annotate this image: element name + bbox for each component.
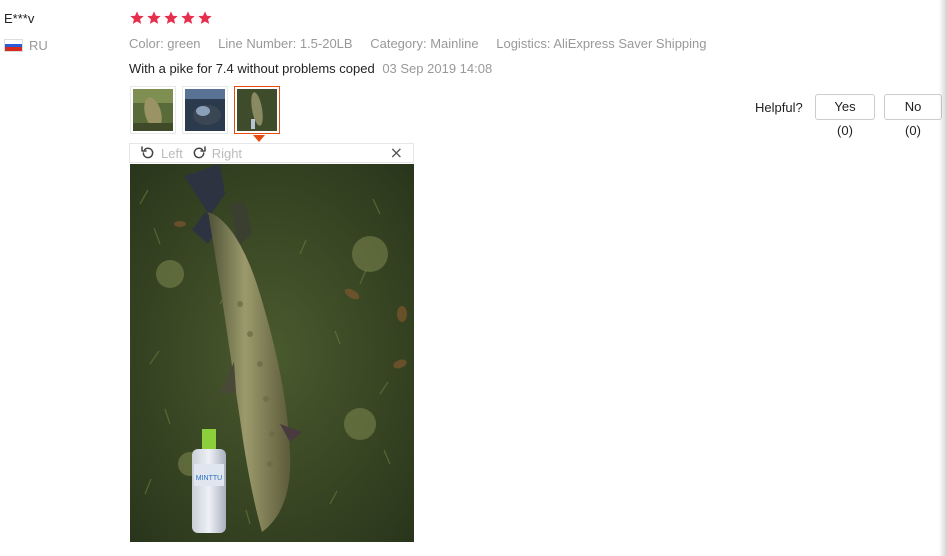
attr-logistics: Logistics: AliExpress Saver Shipping xyxy=(496,36,707,51)
attr-line-number: Line Number: 1.5-20LB xyxy=(218,36,353,51)
rotate-left-button[interactable]: Left xyxy=(140,145,183,161)
attr-category: Category: Mainline xyxy=(370,36,479,51)
product-attributes: Color: green Line Number: 1.5-20LB Categ… xyxy=(129,36,721,51)
review-photo-enlarged: MINTTU xyxy=(130,164,414,542)
rotate-right-label: Right xyxy=(211,145,243,161)
helpful-no-button[interactable]: No (0) xyxy=(884,94,942,138)
country-code: RU xyxy=(29,38,48,53)
active-thumbnail-pointer xyxy=(253,135,265,142)
close-viewer-button[interactable]: × xyxy=(390,145,403,161)
review-content: With a pike for 7.4 without problems cop… xyxy=(129,61,492,76)
rotate-right-icon xyxy=(193,146,206,159)
star-icon xyxy=(164,11,178,24)
fish-photo-thumbnail xyxy=(237,89,277,131)
fish-photo-thumbnail xyxy=(133,89,173,131)
reviewer-country: RU xyxy=(4,38,48,53)
photo-thumbnail-1[interactable] xyxy=(130,86,176,134)
review-page: E***v RU Color: green Line Number: 1.5-2… xyxy=(0,0,947,556)
rotate-left-icon xyxy=(141,146,154,159)
helpful-label: Helpful? xyxy=(755,100,803,115)
review-date: 03 Sep 2019 14:08 xyxy=(382,61,493,76)
photo-thumbnail-3[interactable] xyxy=(234,86,280,134)
bottle-label: MINTTU xyxy=(196,475,222,482)
russia-flag-icon xyxy=(4,39,23,52)
rotate-left-label: Left xyxy=(161,145,183,161)
star-icon xyxy=(181,11,195,24)
photo-thumbnails xyxy=(130,86,280,134)
attr-color: Color: green xyxy=(129,36,201,51)
reviewer-name: E***v xyxy=(4,11,35,26)
fish-photo-thumbnail xyxy=(185,89,225,131)
star-rating xyxy=(129,10,213,26)
star-icon xyxy=(147,11,161,24)
rotate-right-button[interactable]: Right xyxy=(191,145,242,161)
star-icon xyxy=(130,11,144,24)
helpful-yes-button[interactable]: Yes (0) xyxy=(815,94,875,138)
window-edge-shadow xyxy=(939,0,947,556)
fish-photo: MINTTU xyxy=(130,164,414,542)
photo-thumbnail-2[interactable] xyxy=(182,86,228,134)
image-viewer-toolbar: Left Right × xyxy=(129,143,414,163)
review-text: With a pike for 7.4 without problems cop… xyxy=(129,61,375,76)
star-icon xyxy=(198,11,212,24)
